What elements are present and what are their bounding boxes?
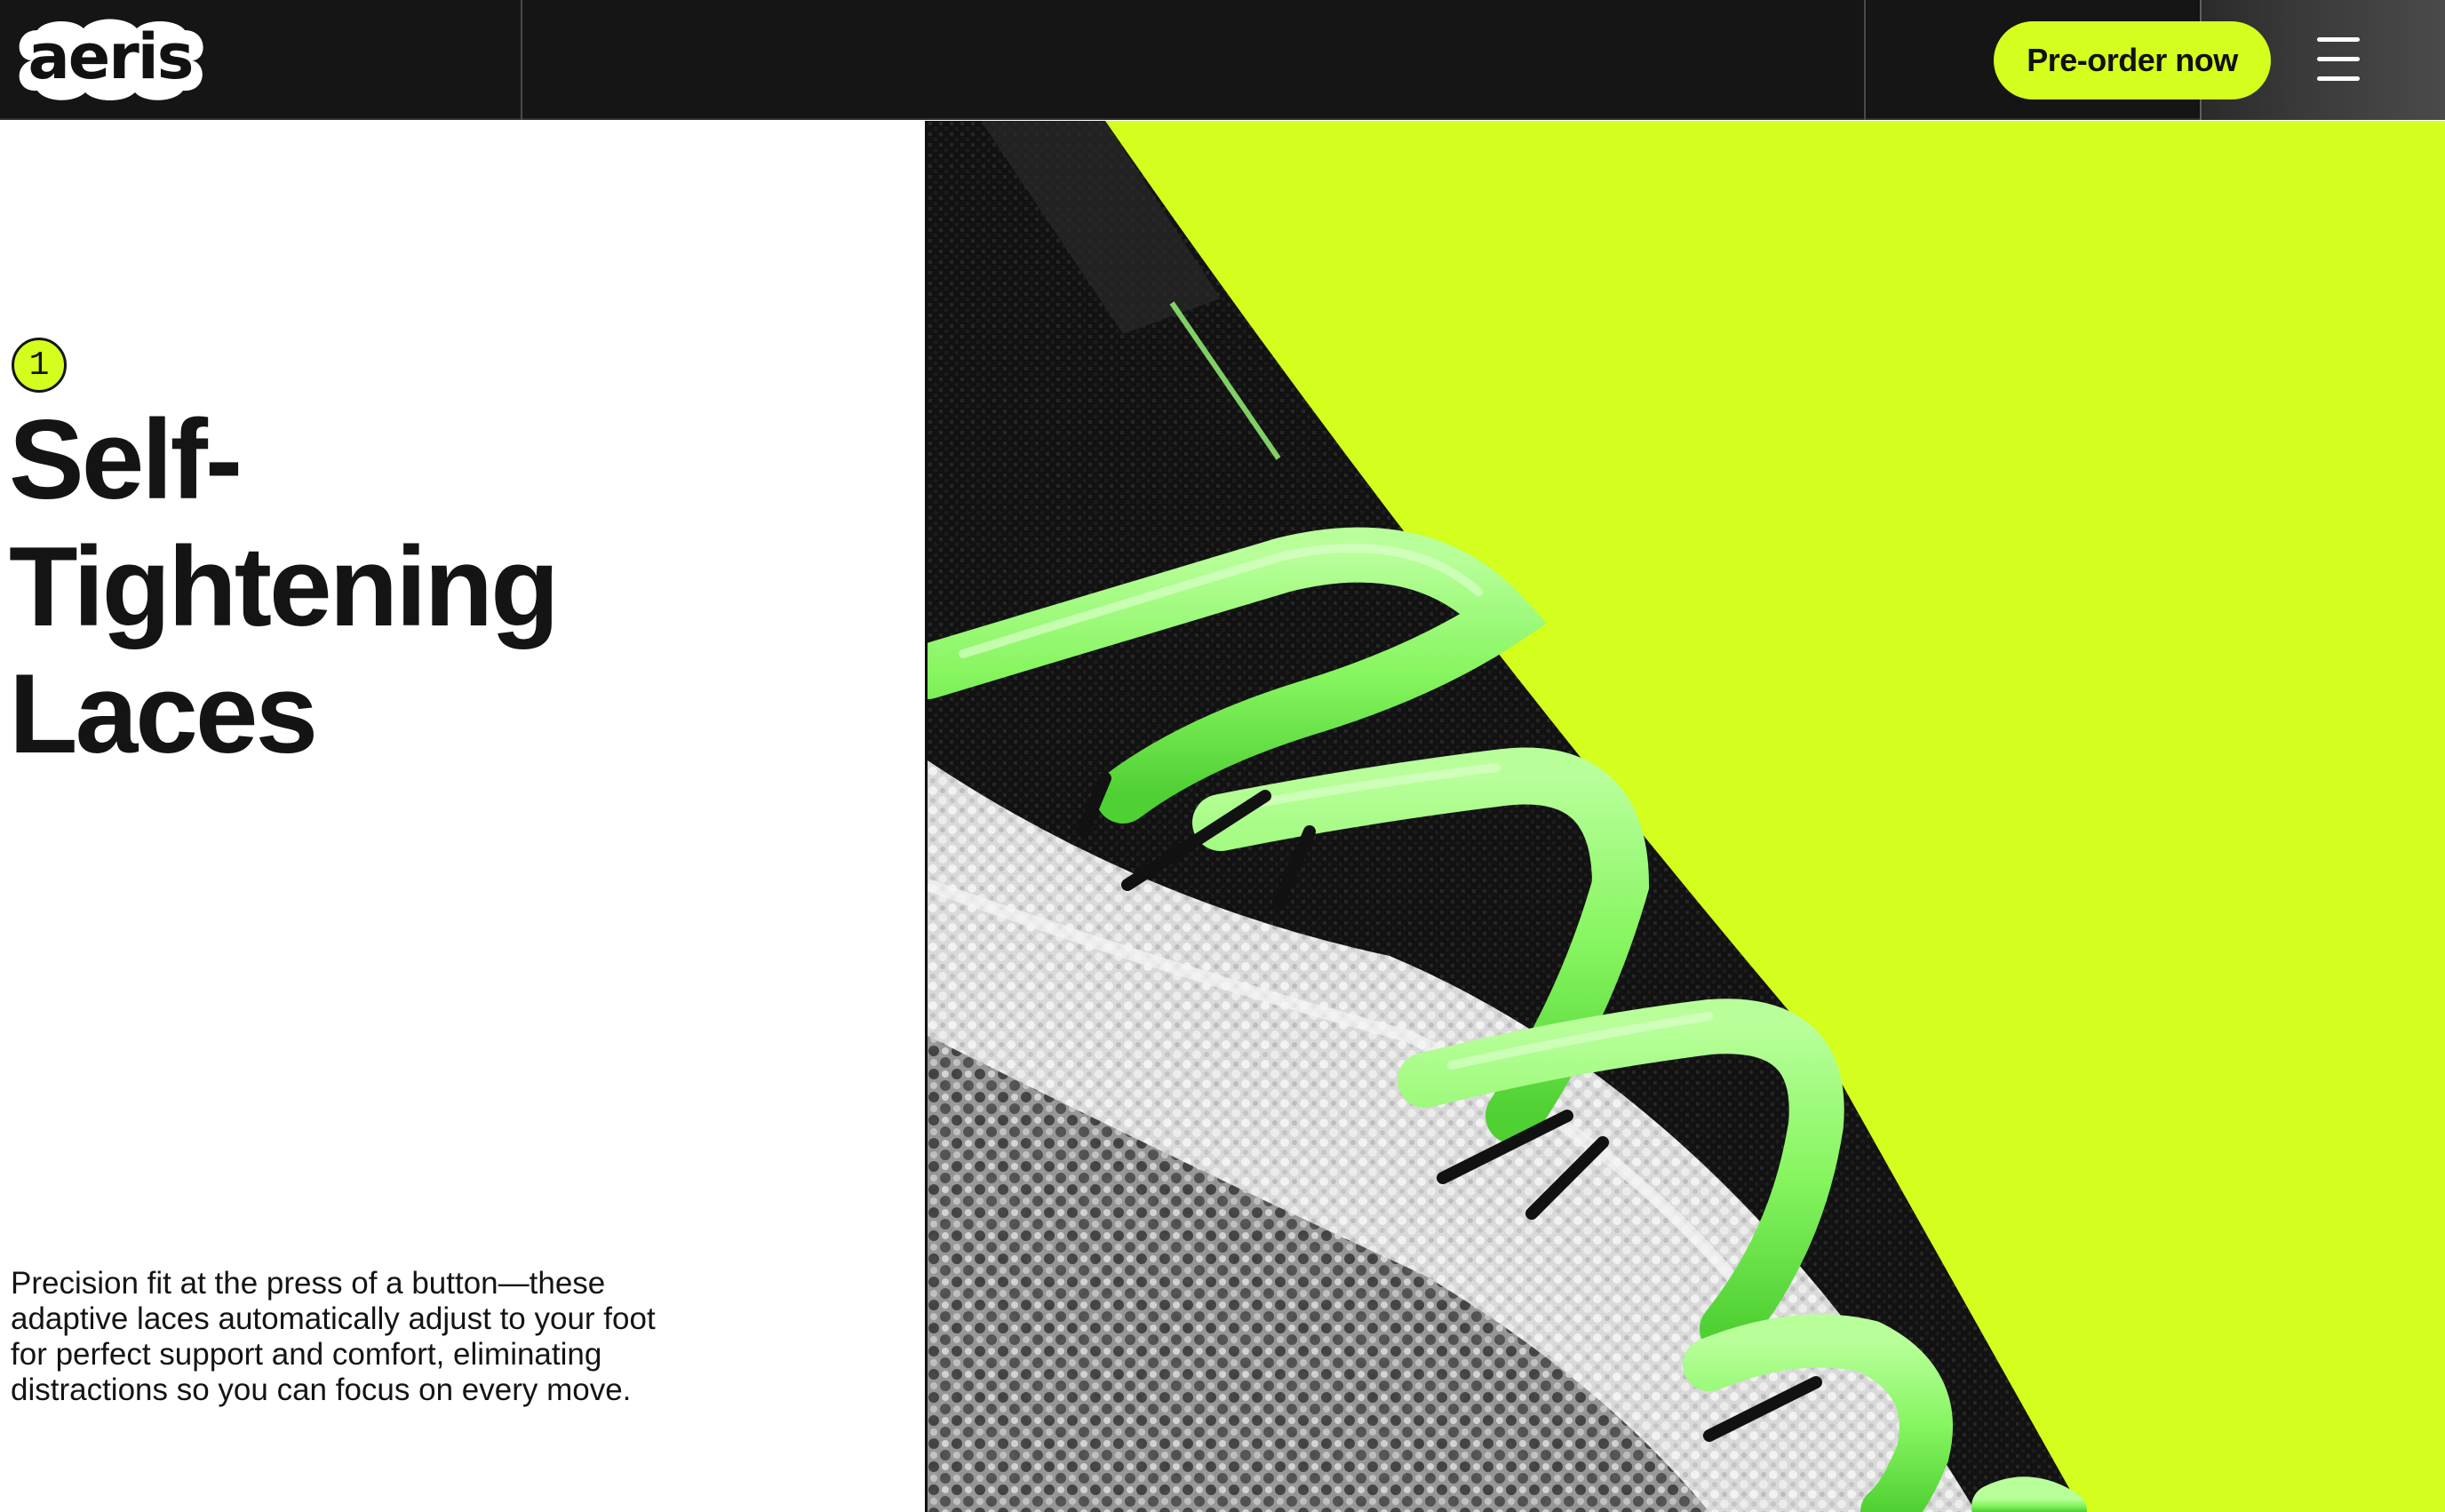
top-nav-bar: aeris Pre-order now	[0, 0, 2445, 120]
feature-title-line: Self-	[9, 396, 243, 522]
feature-description-line: adaptive laces automatically adjust to y…	[11, 1301, 656, 1336]
menu-icon-bar	[2317, 37, 2360, 42]
sneaker-illustration	[928, 121, 2087, 1512]
shoe-lace-closeup-image	[925, 121, 2445, 1512]
feature-title-line: Tightening	[9, 523, 560, 649]
pre-order-button[interactable]: Pre-order now	[1994, 21, 2271, 99]
brand-logo[interactable]: aeris	[11, 18, 210, 103]
feature-title-line: Laces	[9, 650, 318, 776]
feature-description-line: distractions so you can focus on every m…	[11, 1373, 632, 1407]
feature-number-badge: 1	[12, 338, 67, 393]
feature-description-line: for perfect support and comfort, elimina…	[11, 1337, 602, 1372]
feature-description-line: Precision fit at the press of a button—t…	[11, 1266, 606, 1301]
menu-icon-bar	[2317, 76, 2360, 81]
header-divider	[521, 0, 522, 120]
feature-title: Self- Tightening Laces	[9, 396, 897, 777]
hamburger-menu-icon[interactable]	[2305, 32, 2372, 85]
menu-icon-bar	[2317, 57, 2360, 61]
header-divider	[1864, 0, 1866, 120]
logo-wordmark: aeris	[28, 20, 195, 93]
feature-description: Precision fit at the press of a button—t…	[11, 1266, 792, 1408]
